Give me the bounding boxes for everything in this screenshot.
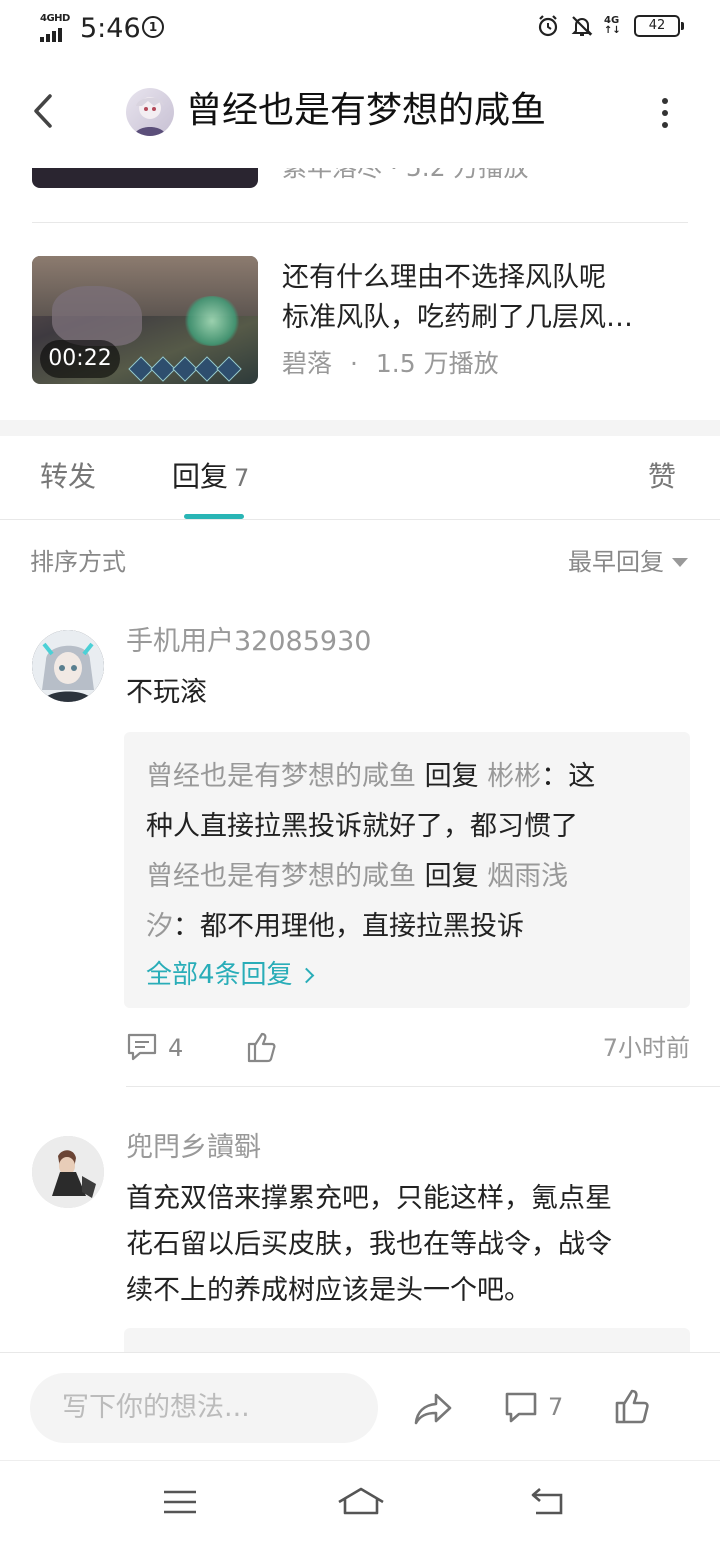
comment-username[interactable]: 兜閂乡讀斣 — [126, 1128, 261, 1168]
lte-icon: 4G ↑↓ — [604, 15, 621, 36]
comment-text: 不玩滚 — [126, 677, 207, 708]
video-author: 碧落 — [282, 349, 333, 378]
reply-author[interactable]: 曾经也是有梦想的咸鱼 — [146, 761, 416, 792]
reply-target[interactable]: 汐 — [146, 911, 173, 942]
back-icon[interactable] — [28, 88, 58, 134]
return-icon[interactable] — [528, 1485, 568, 1519]
sort-value: 最早回复 — [568, 548, 664, 576]
avatar[interactable] — [32, 630, 104, 702]
comment-text-line: 首充双倍来撑累充吧，只能这样，氪点星 — [126, 1183, 612, 1214]
comment-input[interactable]: 写下你的想法... — [30, 1373, 378, 1443]
reply-count: 4 — [168, 1034, 184, 1062]
status-bar: 4GHD 5:46 1 4G ↑↓ 42 — [0, 0, 720, 58]
comment-count: 7 — [548, 1393, 564, 1421]
reply-author[interactable]: 曾经也是有梦想的咸鱼 — [146, 861, 416, 892]
comment-text-line: 续不上的养成树应该是头一个吧。 — [126, 1275, 531, 1306]
video-title-line: 标准风队，吃药刷了几层风… — [282, 302, 633, 333]
system-nav-bar — [0, 1460, 720, 1544]
view-all-replies-link[interactable]: 全部4条回复 — [146, 952, 670, 998]
bottom-action-bar: 写下你的想法... 7 — [0, 1352, 720, 1460]
reply-item: 曾经也是有梦想的咸鱼 回复 彬彬：这 种人直接拉黑投诉就好了，都习惯了 — [146, 752, 670, 852]
comment-icon[interactable] — [504, 1391, 538, 1425]
comment-icon[interactable] — [126, 1032, 158, 1062]
tab-forward[interactable]: 转发 — [40, 456, 96, 498]
divider — [126, 1086, 720, 1087]
network-label: 4GHD — [40, 13, 70, 24]
notification-badge-icon: 1 — [142, 16, 164, 38]
caret-down-icon — [672, 557, 688, 567]
avatar[interactable] — [32, 1136, 104, 1208]
reply-target[interactable]: 彬彬 — [487, 761, 541, 792]
video-title[interactable]: 还有什么理由不选择风队呢 标准风队，吃药刷了几层风… — [282, 258, 682, 338]
home-icon[interactable] — [336, 1485, 386, 1519]
sort-dropdown[interactable]: 最早回复 — [568, 544, 688, 580]
mute-icon — [571, 16, 593, 36]
like-icon[interactable] — [246, 1030, 276, 1064]
reply-text: 种人直接拉黑投诉就好了，都习惯了 — [146, 811, 578, 842]
author-avatar[interactable] — [126, 88, 174, 136]
video-meta: 碧落 · 1.5 万播放 — [282, 346, 499, 382]
tab-bar: 转发 回复 7 赞 — [0, 436, 720, 520]
menu-icon[interactable] — [160, 1485, 200, 1519]
share-icon[interactable] — [412, 1391, 454, 1427]
view-all-label: 全部4条回复 — [146, 960, 293, 990]
meta-separator: · — [349, 349, 358, 378]
like-icon[interactable] — [614, 1387, 650, 1425]
divider — [32, 222, 688, 223]
comment-actions: 4 7小时前 — [126, 1028, 690, 1070]
reply-verb: 回复 — [424, 761, 479, 792]
video-thumbnail[interactable] — [32, 166, 258, 188]
reply-text: 这 — [568, 761, 596, 792]
alarm-icon — [538, 15, 558, 37]
video-duration: 00:22 — [40, 340, 120, 378]
tab-indicator — [184, 514, 244, 519]
tab-likes[interactable]: 赞 — [648, 456, 676, 498]
sort-label: 排序方式 — [30, 548, 126, 576]
header: 曾经也是有梦想的咸鱼 — [0, 58, 720, 168]
chevron-right-icon — [298, 967, 314, 983]
reply-sep: ： — [173, 911, 200, 942]
comment-username[interactable]: 手机用户32085930 — [126, 622, 371, 662]
more-icon[interactable] — [658, 98, 672, 128]
comment-text-line: 花石留以后买皮肤，我也在等战令，战令 — [126, 1229, 612, 1260]
page-title: 曾经也是有梦想的咸鱼 — [186, 90, 547, 131]
reply-box[interactable]: 曾经也是有梦想的咸鱼 回复 彬彬：这 种人直接拉黑投诉就好了，都习惯了 曾经也是… — [124, 732, 690, 1008]
reply-verb: 回复 — [424, 861, 479, 892]
comment-text: 首充双倍来撑累充吧，只能这样，氪点星 花石留以后买皮肤，我也在等战令，战令 续不… — [126, 1176, 696, 1314]
tab-replies[interactable]: 回复 7 — [172, 456, 249, 499]
reply-item: 曾经也是有梦想的咸鱼 回复 烟雨浅 汐：都不用理他，直接拉黑投诉 — [146, 852, 670, 952]
video-plays: 1.5 万播放 — [375, 349, 499, 378]
tab-count: 7 — [234, 464, 250, 492]
reply-text: 都不用理他，直接拉黑投诉 — [200, 911, 524, 942]
battery-icon: 42 — [634, 15, 684, 37]
clock: 5:46 — [80, 13, 141, 44]
video-title-line: 还有什么理由不选择风队呢 — [282, 262, 606, 293]
reply-target[interactable]: 烟雨浅 — [487, 861, 568, 892]
section-gap — [0, 420, 720, 436]
comment-time: 7小时前 — [602, 1034, 690, 1062]
signal-icon: 4GHD — [40, 13, 70, 42]
reply-sep: ： — [541, 761, 569, 792]
